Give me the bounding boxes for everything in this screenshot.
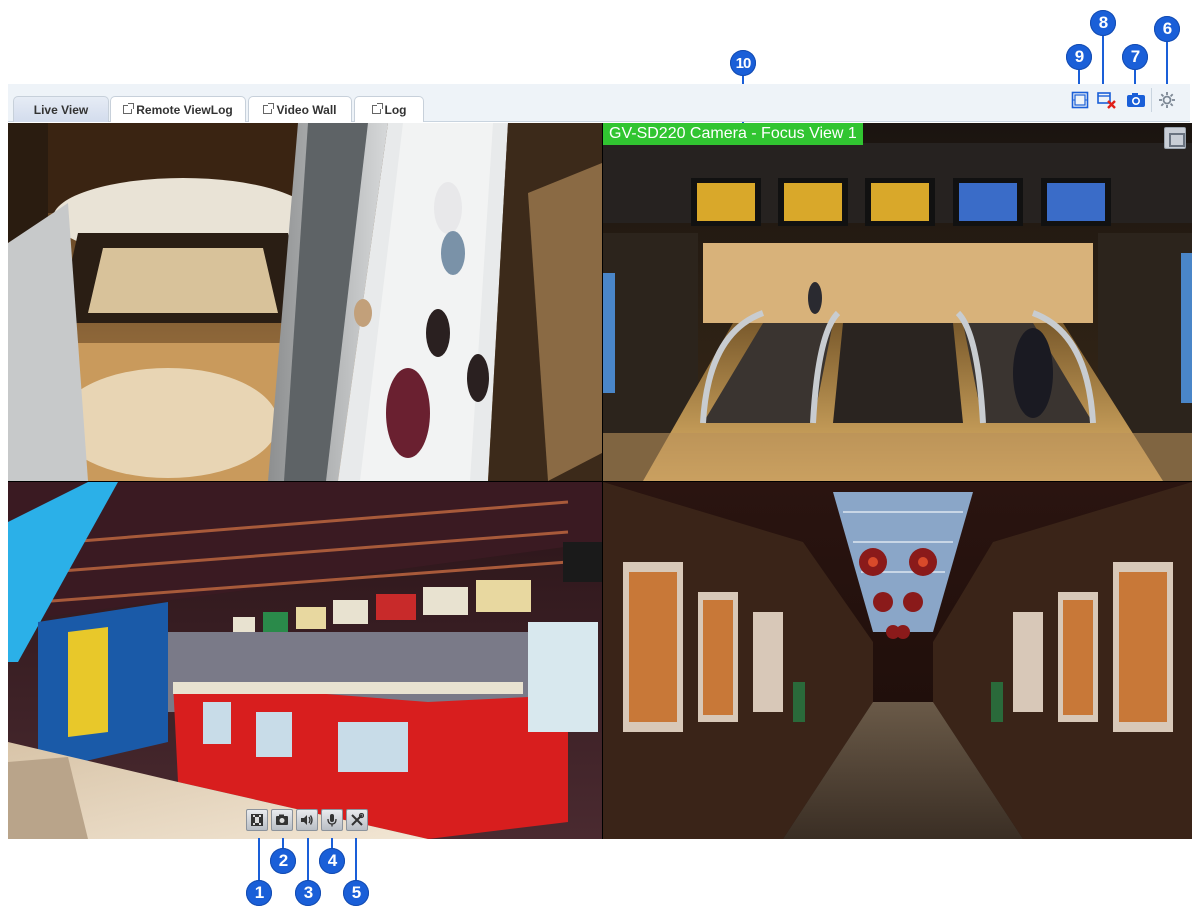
marker-8: 8 bbox=[1090, 10, 1116, 36]
mall-atrium-image bbox=[8, 123, 602, 481]
toolbar-separator bbox=[1151, 88, 1152, 112]
marker-8-leader bbox=[1102, 36, 1104, 90]
marker-6: 6 bbox=[1154, 16, 1180, 42]
marker-3-leader bbox=[307, 838, 309, 882]
tab-bar: Live View Remote ViewLog Video Wall Log bbox=[8, 84, 1190, 122]
fullscreen-button[interactable] bbox=[1164, 127, 1186, 149]
marker-7: 7 bbox=[1122, 44, 1148, 70]
marker-9: 9 bbox=[1066, 44, 1092, 70]
close-all-icon[interactable] bbox=[1097, 90, 1117, 110]
tools-icon[interactable] bbox=[346, 809, 368, 831]
external-link-icon bbox=[371, 103, 383, 114]
concession-stand-image bbox=[8, 482, 602, 839]
camera-control-toolbar bbox=[246, 809, 376, 831]
marker-6-leader bbox=[1166, 42, 1168, 90]
microphone-icon[interactable] bbox=[321, 809, 343, 831]
tab-log-label: Log bbox=[384, 102, 407, 117]
external-link-icon bbox=[263, 103, 275, 114]
tab-video-wall-label: Video Wall bbox=[276, 102, 337, 117]
marker-3: 3 bbox=[295, 880, 321, 906]
shopping-arcade-image bbox=[603, 482, 1192, 839]
record-icon[interactable] bbox=[246, 809, 268, 831]
marker-1: 1 bbox=[246, 880, 272, 906]
camera-view-3[interactable] bbox=[8, 482, 602, 839]
camera-view-1[interactable] bbox=[8, 123, 602, 481]
layout-icon[interactable] bbox=[1070, 90, 1090, 110]
tab-video-wall[interactable]: Video Wall bbox=[248, 96, 352, 122]
tab-remote-viewlog[interactable]: Remote ViewLog bbox=[110, 96, 246, 122]
marker-4: 4 bbox=[319, 848, 345, 874]
marker-10: 10 bbox=[730, 50, 756, 76]
camera-icon[interactable] bbox=[271, 809, 293, 831]
camera-title: GV-SD220 Camera - Focus View 1 bbox=[603, 123, 863, 145]
subway-station-image bbox=[603, 123, 1192, 481]
speaker-icon[interactable] bbox=[296, 809, 318, 831]
marker-5: 5 bbox=[343, 880, 369, 906]
settings-icon[interactable] bbox=[1157, 90, 1177, 110]
tab-remote-viewlog-label: Remote ViewLog bbox=[136, 102, 233, 117]
camera-view-4[interactable] bbox=[603, 482, 1192, 839]
marker-2: 2 bbox=[270, 848, 296, 874]
external-link-icon bbox=[123, 103, 135, 114]
marker-5-leader bbox=[355, 838, 357, 882]
tab-log[interactable]: Log bbox=[354, 96, 424, 122]
tab-live-view[interactable]: Live View bbox=[13, 96, 109, 122]
snapshot-icon[interactable] bbox=[1126, 90, 1146, 110]
video-grid: GV-SD220 Camera - Focus View 1 bbox=[8, 123, 1192, 839]
tab-live-view-label: Live View bbox=[33, 102, 89, 117]
camera-view-2[interactable]: GV-SD220 Camera - Focus View 1 bbox=[603, 123, 1192, 481]
marker-1-leader bbox=[258, 838, 260, 882]
